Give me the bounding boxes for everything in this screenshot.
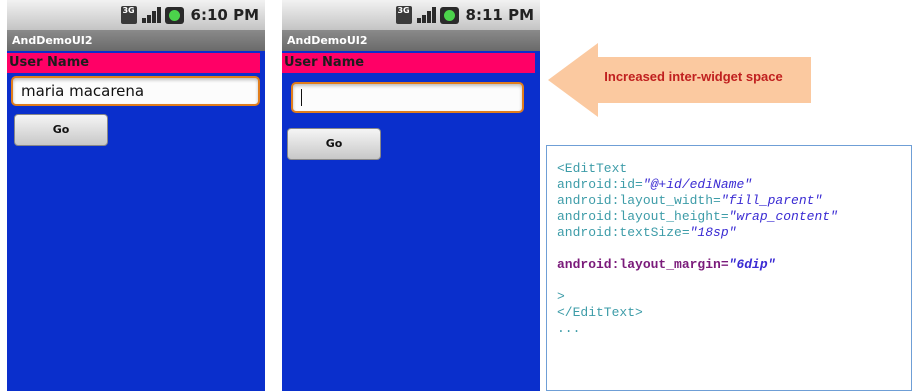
code-close-tag: </EditText> (557, 305, 643, 320)
network-label: 3G (397, 6, 410, 15)
status-clock: 8:11 PM (465, 6, 534, 24)
go-button[interactable]: Go (287, 128, 381, 160)
go-button[interactable]: Go (14, 114, 108, 146)
code-open-tag: <EditText (557, 161, 628, 176)
user-name-input[interactable] (291, 82, 524, 113)
input-value: maria macarena (21, 82, 145, 100)
code-value: "@+id/ediName" (642, 177, 753, 192)
code-highlight-value: "6dip" (728, 257, 776, 272)
code-snippet-panel: <EditText android:id="@+id/ediName" andr… (546, 145, 912, 391)
status-bar: 3G 6:10 PM (7, 0, 265, 30)
status-bar: 3G 8:11 PM (282, 0, 540, 30)
code-attr: android:id= (557, 177, 643, 192)
user-name-label: User Name (7, 53, 260, 73)
battery-icon (439, 6, 459, 24)
callout-text: Increased inter-widget space (604, 69, 783, 84)
network-label: 3G (122, 6, 135, 15)
status-clock: 6:10 PM (190, 6, 259, 24)
network-3g-icon: 3G (120, 6, 137, 24)
user-name-input[interactable]: maria macarena (11, 76, 260, 106)
code-ellipsis: ... (557, 321, 581, 336)
phone-screen-right: 3G 8:11 PM AndDemoUI2 User Name Go (282, 0, 540, 391)
code-value: "18sp" (689, 225, 737, 240)
code-attr: android:layout_height= (557, 209, 729, 224)
signal-bars-icon (141, 6, 161, 24)
app-title-bar: AndDemoUI2 (7, 30, 265, 51)
user-name-label: User Name (282, 53, 535, 73)
code-value: "fill_parent" (720, 193, 823, 208)
phone-screen-left: 3G 6:10 PM AndDemoUI2 User Name maria ma… (7, 0, 265, 391)
battery-icon (164, 6, 184, 24)
code-attr: android:layout_width= (557, 193, 721, 208)
callout-arrow: Increased inter-widget space (548, 43, 811, 117)
code-highlight-attr: android:layout_margin= (557, 257, 729, 272)
text-cursor (301, 89, 302, 106)
signal-bars-icon (416, 6, 436, 24)
network-3g-icon: 3G (395, 6, 412, 24)
code-gt: > (557, 289, 565, 304)
app-title-bar: AndDemoUI2 (282, 30, 540, 51)
code-value: "wrap_content" (728, 209, 838, 224)
code-attr: android:textSize= (557, 225, 690, 240)
